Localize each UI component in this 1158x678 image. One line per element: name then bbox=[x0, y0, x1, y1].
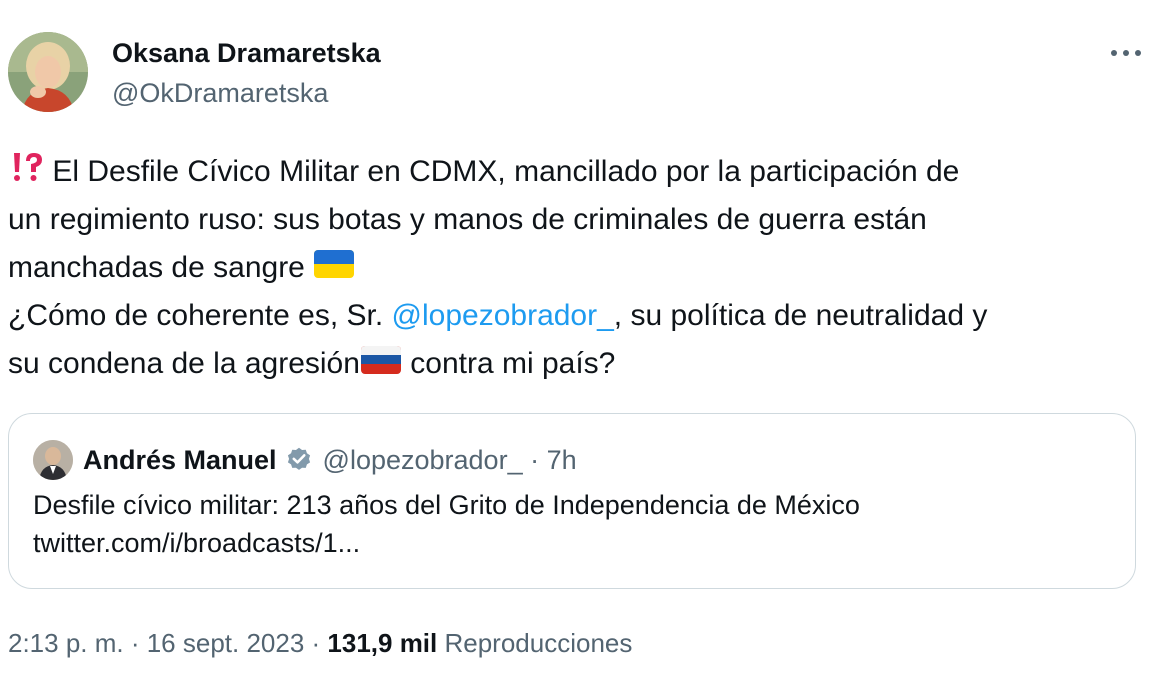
quoted-tweet[interactable]: Andrés Manuel @lopezobrador_ · 7h Desfil… bbox=[8, 413, 1136, 589]
interrobang-icon bbox=[14, 153, 42, 181]
quoted-link[interactable]: twitter.com/i/broadcasts/1... bbox=[33, 524, 1123, 562]
quoted-header: Andrés Manuel @lopezobrador_ · 7h bbox=[83, 441, 577, 479]
quoted-avatar-image bbox=[33, 440, 73, 480]
tweet-line-2: un regimiento ruso: sus botas y manos de… bbox=[8, 203, 927, 236]
quoted-author-name[interactable]: Andrés Manuel bbox=[83, 445, 277, 476]
tweet-meta: 2:13 p. m. · 16 sept. 2023 · 131,9 mil R… bbox=[8, 626, 632, 660]
tweet-header: Oksana Dramaretska @OkDramaretska bbox=[8, 32, 1150, 114]
quoted-handle-time: @lopezobrador_ · 7h bbox=[322, 444, 577, 475]
author-avatar-image bbox=[8, 32, 88, 112]
verified-badge-icon bbox=[287, 447, 310, 470]
tweet-line-5: su condena de la agresión contra mi país… bbox=[8, 346, 616, 380]
views-count: 131,9 mil bbox=[327, 628, 438, 658]
ukraine-flag-icon bbox=[314, 250, 355, 278]
russia-flag-icon bbox=[360, 346, 401, 374]
interrobang-emoji bbox=[8, 153, 52, 188]
tweet-line-4: ¿Cómo de coherente es, Sr. @lopezobrador… bbox=[8, 299, 988, 332]
tweet-text: El Desfile Cívico Militar en CDMX, manci… bbox=[8, 148, 1148, 388]
author-handle[interactable]: @OkDramaretska bbox=[112, 76, 328, 110]
views-label: Reproducciones bbox=[437, 628, 633, 658]
quoted-text: Desfile cívico militar: 213 años del Gri… bbox=[33, 486, 1123, 562]
more-icon[interactable] bbox=[1106, 38, 1146, 68]
author-name[interactable]: Oksana Dramaretska bbox=[112, 36, 381, 70]
tweet-line-3: manchadas de sangre bbox=[8, 244, 1148, 292]
quoted-text-line-1: Desfile cívico militar: 213 años del Gri… bbox=[33, 490, 860, 520]
tweet-line-1: El Desfile Cívico Militar en CDMX, manci… bbox=[8, 148, 1148, 196]
timestamp[interactable]: 2:13 p. m. · 16 sept. 2023 · bbox=[8, 628, 327, 658]
mention-link[interactable]: @lopezobrador_ bbox=[392, 299, 614, 332]
author-avatar[interactable] bbox=[8, 32, 88, 112]
quoted-author-avatar bbox=[33, 440, 73, 480]
